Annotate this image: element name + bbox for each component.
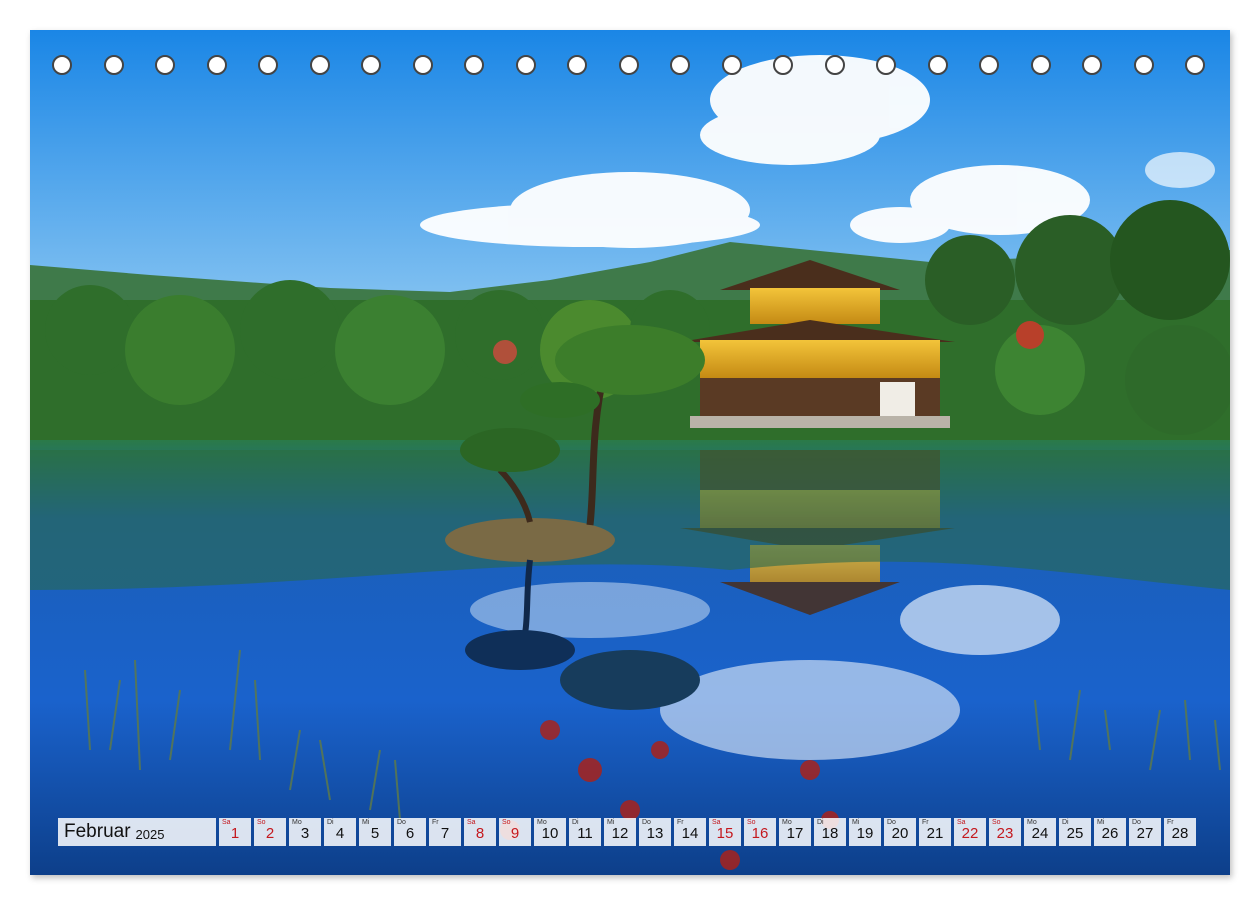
day-cell: Do 27 (1129, 818, 1161, 846)
day-number: 3 (300, 825, 310, 842)
day-number: 28 (1171, 825, 1189, 842)
binding-hole (773, 55, 793, 75)
day-number: 7 (440, 825, 450, 842)
binding-hole (309, 55, 330, 75)
day-cell: Mo 17 (779, 818, 811, 846)
day-cell: Fr 14 (674, 818, 706, 846)
day-cell: Sa 1 (219, 818, 251, 846)
binding-hole (567, 55, 587, 75)
binding-hole (206, 55, 227, 75)
day-cell: Di 25 (1059, 818, 1091, 846)
binding-hole (412, 55, 433, 75)
day-cell: Mi 26 (1094, 818, 1126, 846)
day-cell: Mi 19 (849, 818, 881, 846)
day-number: 4 (335, 825, 345, 842)
day-cell: Mi 5 (359, 818, 391, 846)
calendar-page: Februar 2025 Sa 1 So 2 Mo 3 Di 4 Mi 5 Do 6 Fr 7 Sa 8 So 9… (30, 30, 1230, 875)
day-number: 11 (577, 825, 593, 842)
day-cell: So 9 (499, 818, 531, 846)
binding-hole (618, 55, 639, 75)
day-number: 14 (681, 825, 699, 842)
day-number: 20 (891, 825, 909, 842)
day-cell: Di 11 (569, 818, 601, 846)
day-number: 10 (541, 825, 559, 842)
binding-hole (103, 55, 124, 75)
day-number: 25 (1066, 825, 1084, 842)
day-number: 8 (475, 825, 485, 842)
day-number: 15 (716, 825, 734, 842)
day-number: 19 (856, 825, 874, 842)
day-number: 9 (510, 825, 520, 842)
day-number: 24 (1031, 825, 1049, 842)
day-number: 21 (926, 825, 944, 842)
day-number: 1 (230, 825, 240, 842)
day-cell: Mo 10 (534, 818, 566, 846)
day-number: 5 (370, 825, 380, 842)
day-number: 17 (786, 825, 804, 842)
day-cell: Mi 12 (604, 818, 636, 846)
day-number: 12 (611, 825, 629, 842)
binding-hole (361, 55, 381, 75)
day-cell: Do 20 (884, 818, 916, 846)
month-label: Februar 2025 (58, 818, 216, 846)
month-year: 2025 (135, 826, 165, 842)
day-cell: So 16 (744, 818, 776, 846)
binding-hole (1082, 55, 1102, 75)
photo-golden-pavilion (30, 30, 1230, 875)
month-name: Februar (64, 821, 131, 842)
binding-hole (670, 55, 690, 75)
day-cell: Di 4 (324, 818, 356, 846)
day-number: 2 (265, 825, 275, 842)
binding-hole (464, 55, 484, 75)
binding-hole (515, 55, 536, 75)
binding-holes (30, 30, 1230, 100)
day-number: 26 (1101, 825, 1119, 842)
day-cell: Sa 8 (464, 818, 496, 846)
binding-hole (1030, 55, 1051, 75)
day-cell: So 2 (254, 818, 286, 846)
binding-hole (258, 55, 278, 75)
binding-hole (52, 55, 72, 75)
day-number: 22 (961, 825, 979, 842)
day-cell: Fr 7 (429, 818, 461, 846)
day-cell: Sa 15 (709, 818, 741, 846)
day-number: 13 (646, 825, 664, 842)
day-cell: Sa 22 (954, 818, 986, 846)
binding-hole (979, 55, 999, 75)
day-cell: So 23 (989, 818, 1021, 846)
day-cell: Do 13 (639, 818, 671, 846)
day-cell: Mo 3 (289, 818, 321, 846)
binding-hole (155, 55, 175, 75)
day-cell: Di 18 (814, 818, 846, 846)
binding-hole (1185, 55, 1205, 75)
binding-hole (876, 55, 896, 75)
binding-hole (927, 55, 948, 75)
day-cell: Fr 28 (1164, 818, 1196, 846)
day-cell: Fr 21 (919, 818, 951, 846)
day-cell: Do 6 (394, 818, 426, 846)
day-number: 23 (996, 825, 1014, 842)
binding-hole (721, 55, 742, 75)
day-number: 6 (405, 825, 415, 842)
day-number: 27 (1136, 825, 1154, 842)
day-number: 16 (751, 825, 769, 842)
day-number: 18 (821, 825, 839, 842)
binding-hole (1133, 55, 1154, 75)
calendar-strip: Februar 2025 Sa 1 So 2 Mo 3 Di 4 Mi 5 Do 6 Fr 7 Sa 8 So 9… (58, 818, 1196, 846)
binding-hole (824, 55, 845, 75)
day-cells: Sa 1 So 2 Mo 3 Di 4 Mi 5 Do 6 Fr 7 Sa 8 So 9 Mo 10 Di 11 Mi 12 D… (219, 818, 1196, 846)
day-cell: Mo 24 (1024, 818, 1056, 846)
